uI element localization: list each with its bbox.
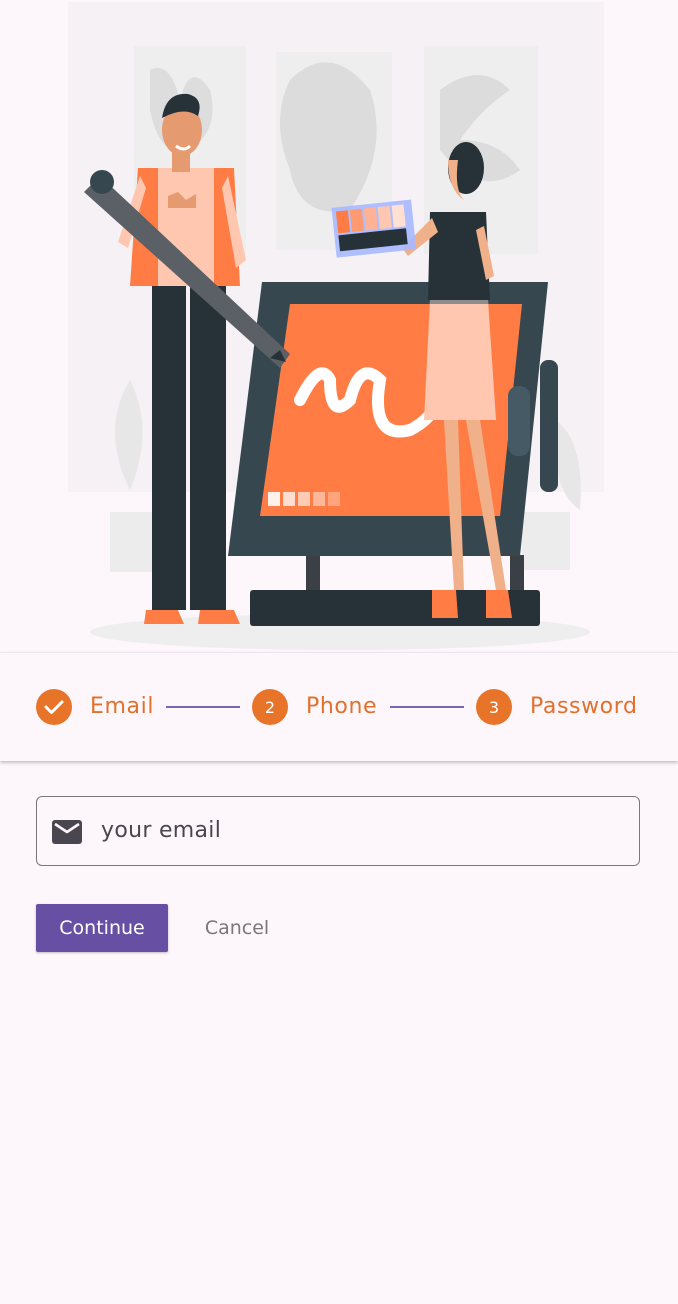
stepper: Email 2 Phone 3 Password — [0, 652, 678, 761]
step-connector — [390, 706, 464, 708]
designers-illustration — [68, 2, 604, 650]
step-email-indicator[interactable] — [36, 689, 72, 725]
color-swatch-card — [331, 199, 417, 258]
step-phone-indicator[interactable]: 2 — [252, 689, 288, 725]
woman-skirt — [424, 300, 496, 420]
man-leg-left — [152, 280, 186, 610]
cancel-button[interactable]: Cancel — [186, 904, 288, 952]
plant-pot-left — [110, 512, 154, 572]
tablet-stand — [540, 360, 558, 492]
step-connector — [166, 706, 240, 708]
woman-top — [428, 212, 490, 300]
email-input[interactable] — [101, 797, 621, 864]
step-email-label[interactable]: Email — [90, 693, 154, 721]
man-leg-right — [190, 280, 226, 610]
step-password-label[interactable]: Password — [530, 693, 638, 721]
hero-illustration — [0, 0, 678, 652]
plant-pot-right — [522, 512, 570, 570]
check-icon — [44, 700, 64, 714]
step-phone-label[interactable]: Phone — [306, 693, 377, 721]
step-password-indicator[interactable]: 3 — [476, 689, 512, 725]
mail-icon — [52, 820, 82, 844]
continue-button[interactable]: Continue — [36, 904, 168, 952]
email-field[interactable] — [36, 796, 640, 866]
